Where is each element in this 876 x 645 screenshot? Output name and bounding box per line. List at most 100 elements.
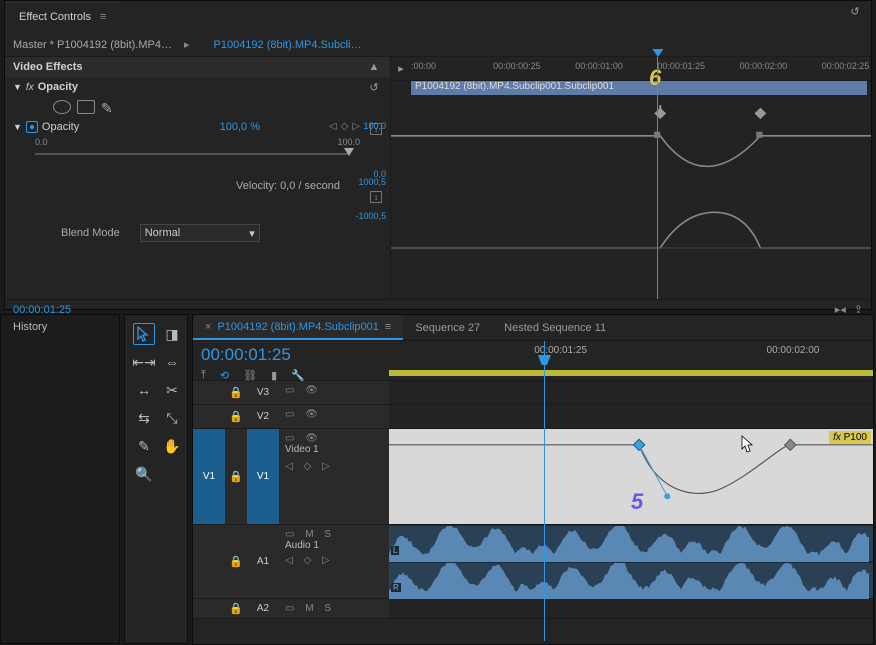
track-toggle-icons[interactable]: ▭ M S	[285, 603, 335, 614]
ripple-edit-tool-icon[interactable]: ⇤⇥	[133, 351, 155, 373]
panel-menu-icon[interactable]: ≡	[100, 11, 106, 23]
lock-icon[interactable]: 🔒	[225, 429, 247, 524]
lock-icon[interactable]: 🔒	[225, 599, 247, 618]
src-patch-a2[interactable]	[193, 599, 225, 618]
timeline-tab[interactable]: ×P1004192 (8bit).MP4.Subclip001≡	[193, 315, 403, 340]
track-a1: 🔒 A1 ▭ M S Audio 1 ◁ ◇ ▷ L R	[193, 525, 873, 599]
expand-graph-icon[interactable]: ↕	[370, 191, 382, 203]
rate-stretch-tool-icon[interactable]: ↔	[133, 379, 155, 401]
lock-icon[interactable]: 🔒	[225, 405, 247, 428]
opacity-value[interactable]: 100,0 %	[220, 121, 260, 133]
tab-label: Effect Controls	[19, 11, 91, 23]
fx-badge-icon[interactable]: fx	[26, 82, 34, 93]
tab-label: Nested Sequence 11	[504, 322, 606, 334]
ec-time-ruler[interactable]: ▸ :00:0000:00:00:2500:00:01:0000:00:01:2…	[391, 57, 871, 81]
twirl-down-icon[interactable]: ▼	[13, 82, 22, 92]
track-toggle-icons[interactable]: ▭ M S	[285, 529, 383, 540]
clip-bar[interactable]: P1004192 (8bit).MP4.Subclip001.Subclip00…	[411, 81, 867, 95]
cursor-icon	[741, 435, 755, 453]
tgt-patch-v1[interactable]: V1	[247, 429, 279, 524]
close-icon[interactable]: ×	[205, 321, 211, 333]
track-select-tool-icon[interactable]: ◨	[161, 323, 183, 345]
ruler-tick: 00:00:02:00	[767, 345, 820, 356]
tgt-patch-a2[interactable]: A2	[247, 599, 279, 618]
effect-controls-tab[interactable]: Effect Controls ≡	[5, 1, 120, 33]
ruler-tick: 00:00:01:25	[534, 345, 587, 356]
clip-breadcrumb-row: Master * P1004192 (8bit).MP4… ▸ P1004192…	[5, 33, 871, 57]
track-content-a2[interactable]	[389, 599, 873, 618]
panel-tabbar: Effect Controls ≡	[5, 1, 871, 33]
history-panel: History	[0, 314, 120, 644]
effect-controls-panel: Effect Controls ≡ Master * P1004192 (8bi…	[4, 0, 872, 310]
timeline-tab[interactable]: Sequence 27	[403, 315, 492, 340]
channel-label-r: R	[391, 583, 401, 592]
tgt-patch-v2[interactable]: V2	[247, 405, 279, 428]
timeline-header: 00:00:01:25 ⤒ ⟲ ⛓ ▮ 🔧 00:00:01:2500:00:0…	[193, 341, 873, 381]
hand-tool-icon[interactable]: ✋	[161, 435, 183, 457]
src-patch-a1[interactable]	[193, 525, 225, 598]
property-column: Video Effects ▲ ▼ fx Opacity ↺ ✎ ▼ Opaci	[5, 57, 391, 299]
ruler-tick: 00:00:02:00	[740, 61, 788, 71]
graph-canvas[interactable]: 6	[391, 95, 871, 299]
timeline-ruler[interactable]: 00:00:01:25 00:00:02:00	[389, 341, 873, 380]
effect-controls-body: Video Effects ▲ ▼ fx Opacity ↺ ✎ ▼ Opaci	[5, 57, 871, 299]
timeline-playhead[interactable]	[544, 341, 545, 641]
chevron-down-icon: ▾	[249, 227, 255, 240]
lock-icon[interactable]: 🔒	[225, 381, 247, 404]
keyframe-nav[interactable]: ◁ ◇ ▷	[285, 555, 383, 566]
zoom-tool-icon[interactable]: 🔍	[133, 463, 155, 485]
track-name[interactable]: Audio 1	[285, 540, 383, 551]
track-content-v1[interactable]: fx P100 5	[389, 429, 873, 524]
track-content-v3[interactable]	[389, 381, 873, 404]
work-area-bar[interactable]	[389, 370, 873, 376]
track-content-a1[interactable]: L R	[389, 525, 873, 598]
ellipse-mask-icon[interactable]	[53, 100, 71, 114]
pen-mask-icon[interactable]: ✎	[101, 100, 119, 114]
go-to-in-icon[interactable]: ▲	[366, 59, 382, 75]
opacity-slider-block: 0.0 100.0 100,0 ↕ 0,0	[5, 137, 390, 177]
timeline-tab[interactable]: Nested Sequence 11	[492, 315, 618, 340]
reset-param-icon[interactable]: ↺	[847, 3, 863, 19]
tab-label: Sequence 27	[415, 322, 480, 334]
track-toggle-icons[interactable]: ▭ 👁	[285, 409, 322, 420]
src-patch-v2[interactable]	[193, 405, 225, 428]
timeline-tabs: ×P1004192 (8bit).MP4.Subclip001≡ Sequence…	[193, 315, 873, 341]
tgt-patch-v3[interactable]: V3	[247, 381, 279, 404]
opacity-effect-row[interactable]: ▼ fx Opacity ↺	[5, 77, 390, 97]
selection-tool-icon[interactable]	[133, 323, 155, 345]
opacity-slider[interactable]	[35, 153, 350, 155]
lock-icon[interactable]: 🔒	[225, 525, 247, 598]
blend-mode-label: Blend Mode	[61, 227, 120, 239]
keyframe-nav[interactable]: ◁ ◇ ▷	[285, 461, 383, 472]
master-clip-label[interactable]: Master * P1004192 (8bit).MP4…	[13, 39, 172, 51]
timeline-tracks: 🔒 V3 ▭ 👁 🔒 V2 ▭ 👁 V1 🔒 V1 ▭ 👁	[193, 381, 873, 619]
source-clip-label[interactable]: P1004192 (8bit).MP4.Subcli…	[214, 39, 362, 51]
track-toggle-icons[interactable]: ▭ 👁	[285, 433, 383, 444]
play-icon[interactable]: ▸	[391, 57, 411, 80]
video-effects-header[interactable]: Video Effects ▲	[5, 57, 390, 77]
track-name[interactable]: Video 1	[285, 444, 383, 455]
rectangle-mask-icon[interactable]	[77, 100, 95, 114]
razor-tool-icon[interactable]: ✂	[161, 379, 183, 401]
panel-menu-icon[interactable]: ≡	[385, 321, 391, 333]
twirl-down-icon[interactable]: ▼	[13, 122, 22, 132]
ec-playhead[interactable]	[657, 57, 658, 299]
prev-keyframe-icon[interactable]: ◁	[329, 121, 337, 132]
tgt-patch-a1[interactable]: A1	[247, 525, 279, 598]
pen-tool-icon[interactable]: ✎	[133, 435, 155, 457]
track-content-v2[interactable]	[389, 405, 873, 428]
track-v3: 🔒 V3 ▭ 👁	[193, 381, 873, 405]
slider-thumb[interactable]	[344, 148, 354, 156]
slip-tool-icon[interactable]: ⇆	[133, 407, 155, 429]
timeline-timecode[interactable]: 00:00:01:25	[201, 345, 381, 365]
reset-effect-icon[interactable]: ↺	[366, 79, 382, 95]
expand-graph-icon[interactable]: ↕	[370, 123, 382, 135]
src-patch-v1[interactable]: V1	[193, 429, 225, 524]
rolling-edit-tool-icon[interactable]: ⇔	[161, 351, 183, 373]
src-patch-v3[interactable]	[193, 381, 225, 404]
track-toggle-icons[interactable]: ▭ 👁	[285, 385, 322, 396]
slide-tool-icon[interactable]: ⤡	[161, 407, 183, 429]
history-tab[interactable]: History	[1, 315, 59, 339]
stopwatch-icon[interactable]	[26, 121, 38, 133]
blend-mode-select[interactable]: Normal ▾	[140, 224, 260, 242]
